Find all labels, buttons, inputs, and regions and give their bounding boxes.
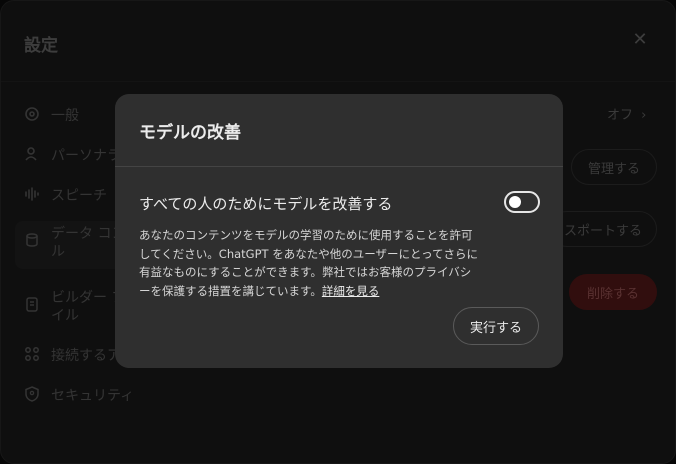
learn-more-link[interactable]: 詳細を見る [322,284,380,298]
execute-button[interactable]: 実行する [453,307,539,345]
divider [115,166,563,167]
dialog-description: あなたのコンテンツをモデルの学習のために使用することを許可してください。Chat… [139,226,479,300]
description-text: あなたのコンテンツをモデルの学習のために使用することを許可してください。Chat… [139,228,479,298]
improve-model-toggle[interactable] [504,191,540,213]
improve-model-label: すべての人のためにモデルを改善する [139,195,393,213]
model-improvement-dialog: モデルの改善 すべての人のためにモデルを改善する あなたのコンテンツをモデルの学… [115,94,563,368]
dialog-title: モデルの改善 [139,123,241,143]
toggle-knob [509,196,521,208]
